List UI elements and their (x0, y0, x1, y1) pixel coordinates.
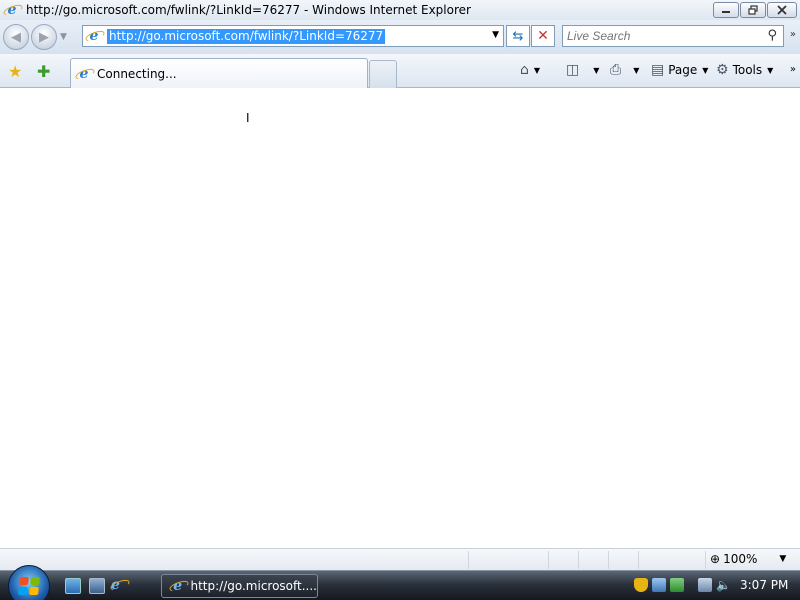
status-bar: ⊕ 100% ▼ (0, 548, 800, 570)
stop-icon: ✕ (537, 28, 549, 44)
show-desktop-icon[interactable] (65, 578, 81, 594)
add-favorite-icon[interactable]: ✚ (37, 62, 50, 81)
task-ie-icon: e (170, 578, 185, 594)
status-divider (608, 551, 609, 569)
status-divider (638, 551, 639, 569)
refresh-icon: ⇆ (512, 28, 524, 44)
search-input[interactable] (567, 29, 757, 43)
page-menu-button[interactable]: ▤ Page ▼ (651, 62, 708, 78)
gear-icon: ⚙ (716, 62, 729, 78)
network-icon[interactable] (670, 578, 684, 592)
windows-logo-icon (18, 577, 40, 595)
status-divider (705, 551, 706, 569)
minimize-button[interactable] (713, 2, 739, 18)
home-dropdown-icon: ▼ (533, 65, 541, 75)
security-shield-icon[interactable] (634, 578, 648, 592)
tools-menu-button[interactable]: ⚙ Tools ▼ (716, 62, 773, 78)
quicklaunch-ie-icon[interactable]: e (111, 577, 120, 593)
volume-muted-icon[interactable]: 🔈 (716, 578, 731, 592)
forward-button[interactable]: ▶ (31, 24, 57, 50)
minimize-icon (722, 11, 730, 13)
restore-button[interactable] (740, 2, 766, 18)
status-divider (468, 551, 469, 569)
home-icon: ⌂ (520, 62, 529, 78)
stop-button[interactable]: ✕ (531, 25, 555, 47)
text-cursor-icon: I (246, 111, 250, 125)
page-icon: ▤ (651, 62, 665, 78)
back-arrow-icon: ◀ (11, 29, 21, 45)
close-button[interactable] (767, 2, 797, 18)
zoom-control[interactable]: ⊕ 100% ▼ (710, 552, 786, 566)
tab-ie-icon: e (76, 66, 92, 82)
feeds-dropdown-icon: ▼ (593, 65, 600, 75)
feeds-button[interactable]: ◫ ▼ (566, 62, 599, 78)
windows-update-icon[interactable] (652, 578, 666, 592)
tab-label: Connecting... (97, 66, 177, 81)
more-commands-chevron-icon[interactable]: » (790, 64, 796, 75)
search-icon[interactable]: ⚲ (767, 28, 777, 43)
title-bar[interactable]: e http://go.microsoft.com/fwlink/?LinkId… (0, 0, 800, 20)
status-divider (548, 551, 549, 569)
refresh-button[interactable]: ⇆ (506, 25, 530, 47)
navigation-bar: ◀ ▶ ▼ e http://go.microsoft.com/fwlink/?… (0, 20, 800, 54)
tools-dropdown-icon: ▼ (767, 65, 774, 75)
taskbar-ie-window[interactable]: e http://go.microsoft.... (161, 574, 318, 598)
tab-connecting[interactable]: e Connecting... (70, 58, 368, 88)
status-divider (578, 551, 579, 569)
window-title: http://go.microsoft.com/fwlink/?LinkId=7… (26, 3, 471, 17)
printer-icon: ⎙ (610, 62, 622, 78)
search-box[interactable]: ⚲ (562, 25, 784, 47)
command-bar: ★ ✚ e Connecting... ⌂ ▼ ◫ ▼ ⎙ ▼ ▤ Page ▼ ⚙ … (0, 54, 800, 88)
task-label: http://go.microsoft.... (190, 579, 317, 593)
taskbar: e e http://go.microsoft.... 🔈 3:07 PM (0, 565, 800, 600)
page-dropdown-icon: ▼ (702, 65, 709, 75)
new-tab-button[interactable] (369, 60, 397, 88)
rss-icon: ◫ (566, 62, 580, 78)
ie-icon: e (4, 2, 20, 18)
recent-pages-dropdown[interactable]: ▼ (60, 32, 70, 42)
switch-windows-icon[interactable] (89, 578, 105, 594)
address-bar[interactable]: e http://go.microsoft.com/fwlink/?LinkId… (82, 25, 504, 47)
page-menu-label: Page (668, 63, 698, 77)
zoom-dropdown-icon[interactable]: ▼ (779, 554, 786, 564)
zoom-level: 100% (723, 552, 758, 566)
zoom-icon: ⊕ (710, 552, 721, 566)
computer-network-icon[interactable] (698, 578, 712, 592)
home-button[interactable]: ⌂ ▼ (520, 62, 540, 78)
star-icon[interactable]: ★ (8, 62, 22, 81)
print-dropdown-icon: ▼ (633, 65, 640, 75)
tools-menu-label: Tools (732, 63, 763, 77)
address-dropdown-icon[interactable]: ▼ (492, 30, 499, 40)
clock[interactable]: 3:07 PM (740, 578, 788, 592)
forward-arrow-icon: ▶ (39, 29, 49, 45)
search-options-chevron-icon[interactable]: » (790, 29, 796, 40)
page-content[interactable]: I (0, 89, 800, 548)
address-input[interactable]: http://go.microsoft.com/fwlink/?LinkId=7… (107, 28, 386, 44)
window-controls (713, 2, 797, 18)
back-button[interactable]: ◀ (3, 24, 29, 50)
start-button[interactable] (8, 565, 50, 600)
print-button[interactable]: ⎙ ▼ (610, 62, 639, 78)
close-icon (777, 5, 787, 15)
page-ie-icon: e (86, 28, 102, 44)
restore-icon (748, 5, 758, 15)
